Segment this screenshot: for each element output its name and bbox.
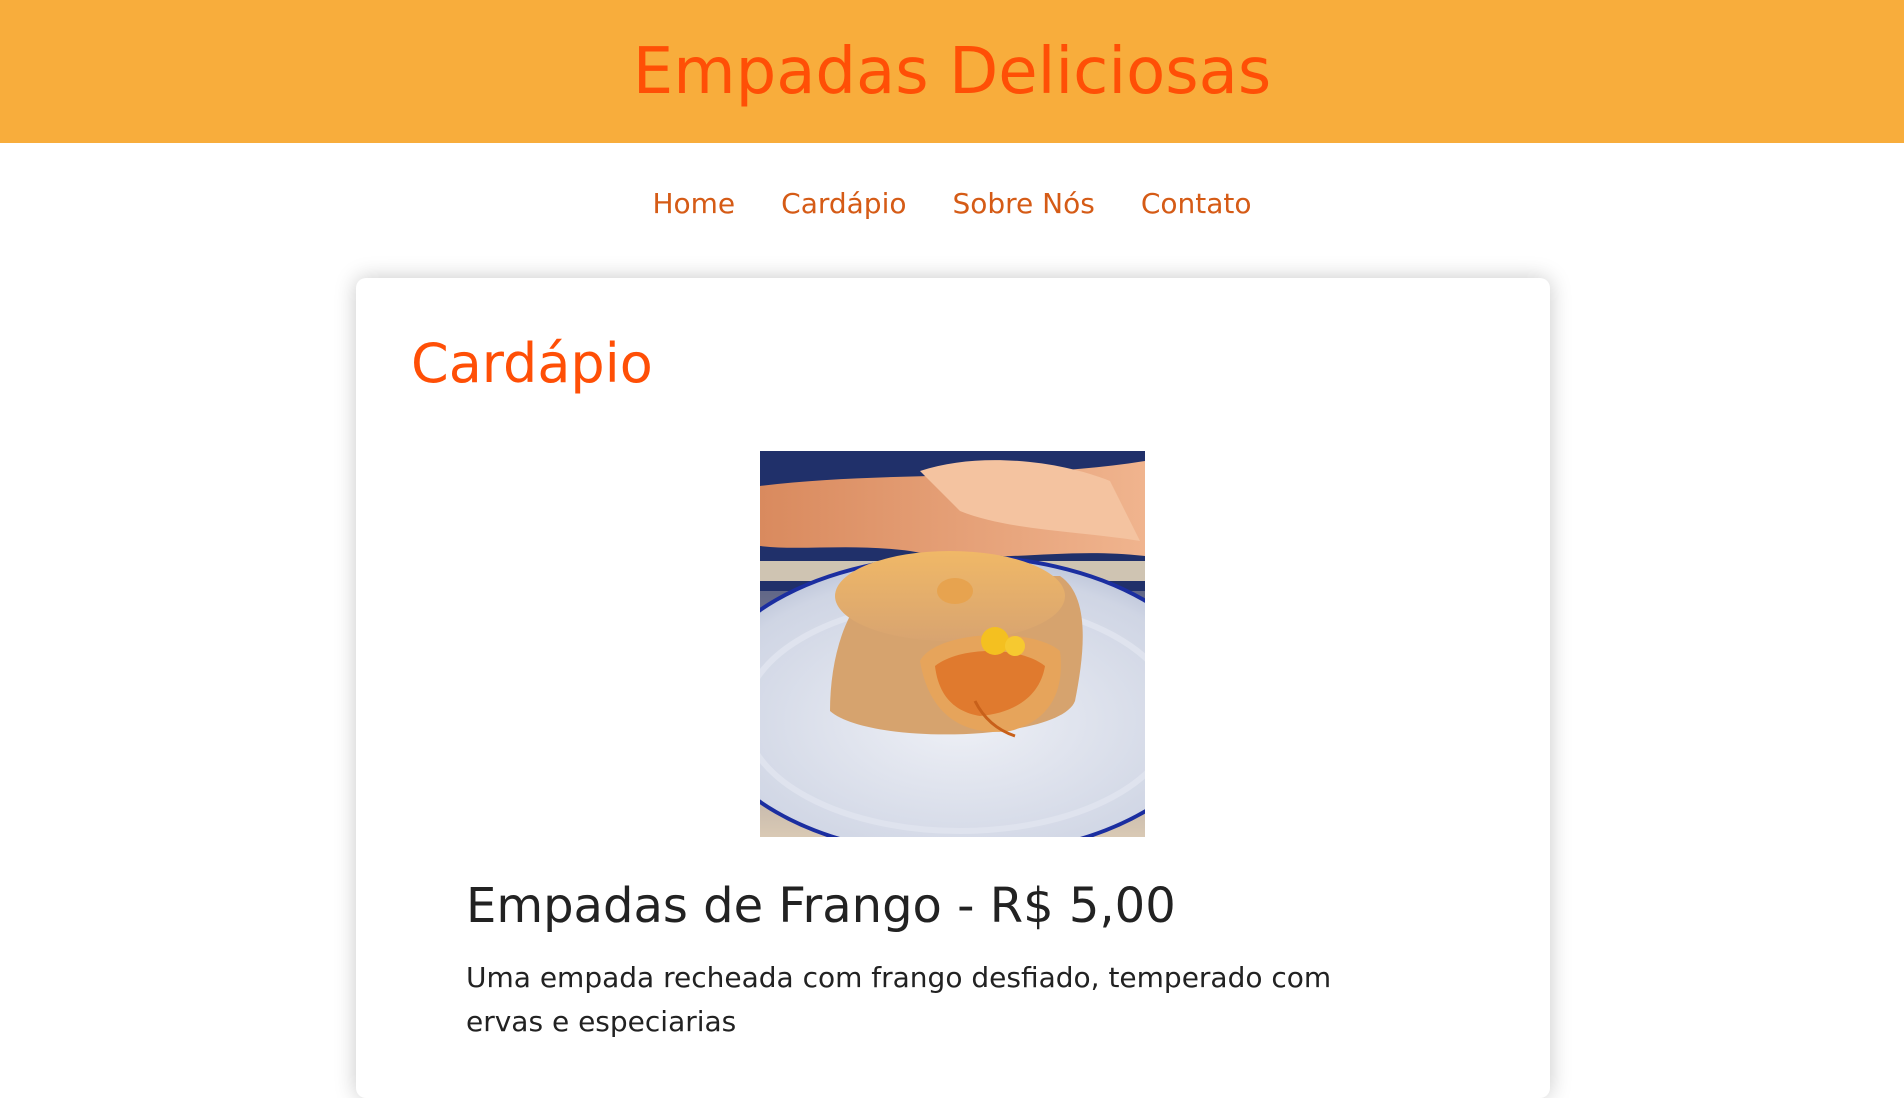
section-title: Cardápio [411, 332, 653, 395]
menu-card: Cardápio Empadas de Frango - R$ 5,00 Uma… [356, 278, 1550, 1098]
product-name-price: Empadas de Frango - R$ 5,00 [466, 878, 1176, 934]
product-description: Uma empada recheada com frango desfiado,… [466, 961, 1332, 1038]
nav-link-contato[interactable]: Contato [1141, 187, 1252, 220]
site-title: Empadas Deliciosas [632, 34, 1272, 109]
nav-link-cardapio[interactable]: Cardápio [781, 187, 906, 220]
product-image [760, 451, 1145, 837]
nav-link-sobre-nos[interactable]: Sobre Nós [952, 187, 1094, 220]
site-header: Empadas Deliciosas [0, 0, 1904, 143]
nav-link-home[interactable]: Home [652, 187, 735, 220]
main-nav: Home Cardápio Sobre Nós Contato [0, 143, 1904, 277]
